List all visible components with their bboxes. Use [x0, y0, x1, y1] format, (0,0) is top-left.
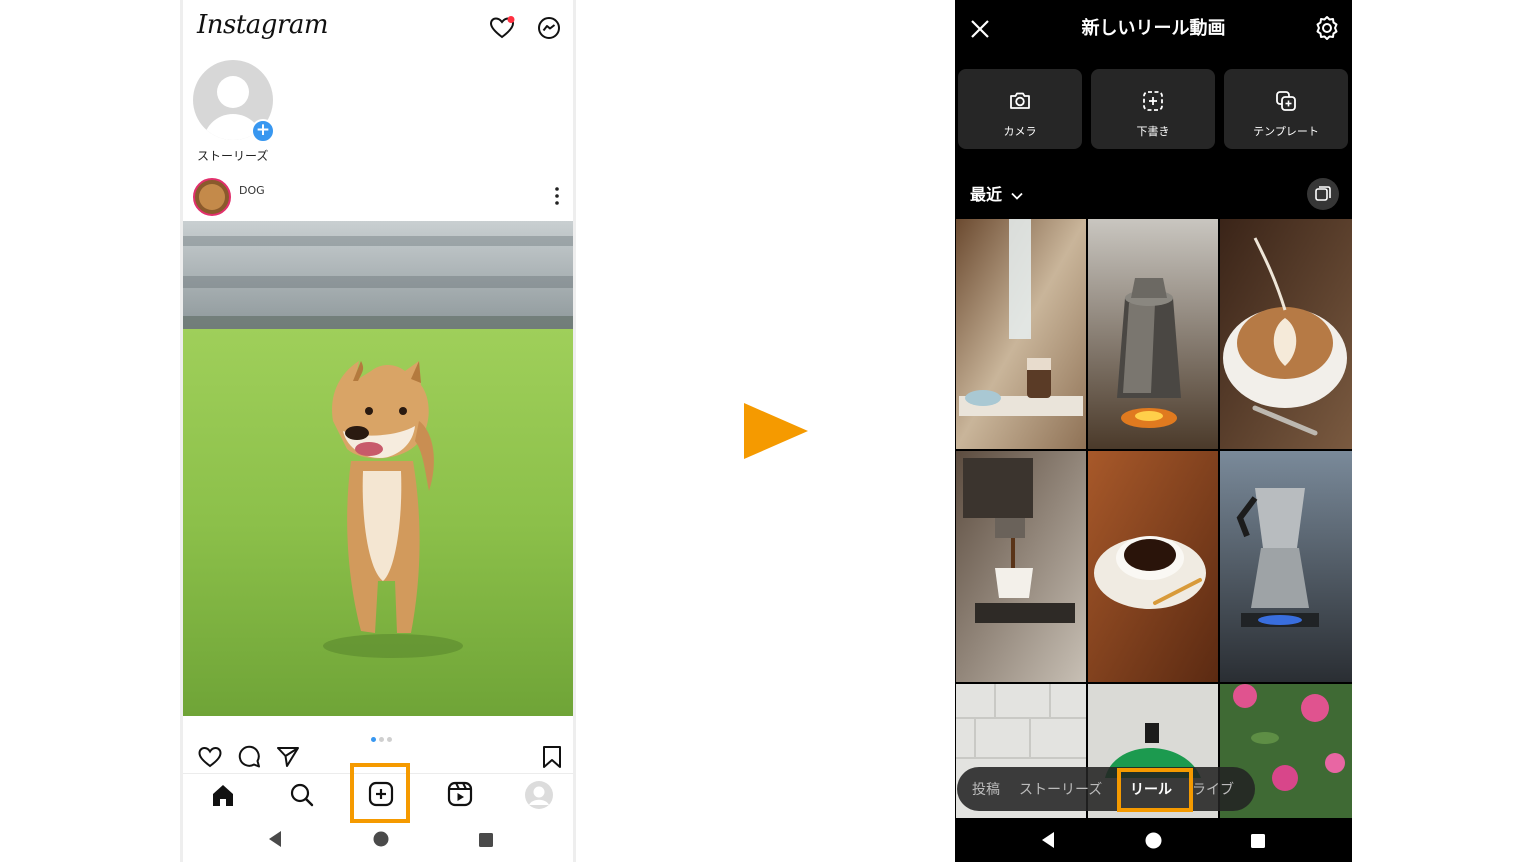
gallery-item-metal-kettle[interactable]	[1088, 219, 1218, 449]
gallery-item-moka-pot[interactable]	[1220, 451, 1352, 682]
instagram-logo: Instagram	[197, 10, 329, 40]
next-step-arrow-icon	[744, 403, 808, 459]
camera-label: カメラ	[1003, 125, 1037, 138]
post-more-icon[interactable]	[547, 184, 567, 208]
gallery-item-coffee-cup-wood[interactable]	[1088, 451, 1218, 682]
mode-post[interactable]: 投稿	[972, 779, 1000, 799]
draft-icon	[1143, 91, 1163, 111]
album-label: 最近	[970, 185, 1003, 204]
android-recents-icon[interactable]	[479, 832, 493, 851]
drafts-label: 下書き	[1136, 125, 1170, 138]
mode-live[interactable]: ライブ	[1192, 779, 1234, 799]
new-reel-screen: 新しいリール動画 カメラ 下書き テンプレート 最近 投稿 ストーリーズ リール…	[955, 0, 1352, 862]
android-recents-icon[interactable]	[1251, 833, 1265, 852]
android-home-icon[interactable]	[1145, 832, 1162, 853]
camera-button[interactable]: カメラ	[958, 69, 1082, 149]
carousel-indicator	[371, 727, 395, 746]
share-send-icon[interactable]	[275, 744, 301, 774]
drafts-button[interactable]: 下書き	[1091, 69, 1215, 149]
multi-select-button[interactable]	[1307, 178, 1339, 210]
create-button-highlight	[350, 763, 410, 823]
android-home-icon[interactable]	[373, 831, 389, 851]
camera-icon	[1010, 92, 1030, 109]
comment-icon[interactable]	[236, 744, 262, 774]
add-story-plus-icon[interactable]: +	[251, 119, 275, 143]
settings-gear-icon[interactable]	[1314, 15, 1340, 45]
android-back-icon[interactable]	[1040, 831, 1056, 853]
multi-select-icon	[1315, 186, 1331, 201]
like-heart-icon[interactable]	[197, 744, 223, 774]
post-username[interactable]: DOG	[239, 184, 265, 197]
mode-selector: 投稿 ストーリーズ リール ライブ	[957, 767, 1255, 811]
profile-avatar-icon[interactable]	[524, 780, 554, 814]
templates-button[interactable]: テンプレート	[1224, 69, 1348, 149]
media-gallery-grid	[956, 219, 1352, 818]
chevron-down-icon	[1010, 192, 1023, 200]
story-label: ストーリーズ	[197, 149, 269, 163]
reels-icon[interactable]	[446, 780, 474, 812]
templates-label: テンプレート	[1253, 125, 1319, 138]
instagram-feed-screen: Instagram + ストーリーズ DOG	[180, 0, 576, 862]
gallery-item-latte-art[interactable]	[1220, 219, 1352, 449]
gallery-item-espresso-machine[interactable]	[956, 451, 1086, 682]
post-photo-shiba-dog[interactable]	[183, 221, 576, 716]
reel-mode-highlight	[1117, 768, 1193, 812]
gallery-item-coffee-cafe[interactable]	[956, 219, 1086, 449]
page-title: 新しいリール動画	[1081, 18, 1226, 39]
android-back-icon[interactable]	[267, 830, 283, 852]
home-icon[interactable]	[209, 781, 237, 813]
heart-notification-icon[interactable]	[488, 14, 516, 42]
android-nav-bar	[955, 818, 1352, 862]
save-bookmark-icon[interactable]	[539, 744, 565, 774]
mode-story[interactable]: ストーリーズ	[1019, 779, 1102, 799]
album-selector[interactable]: 最近	[970, 181, 1024, 205]
template-icon	[1276, 91, 1296, 111]
search-icon[interactable]	[288, 781, 316, 813]
messenger-icon[interactable]	[535, 14, 563, 42]
post-avatar[interactable]	[193, 178, 231, 216]
